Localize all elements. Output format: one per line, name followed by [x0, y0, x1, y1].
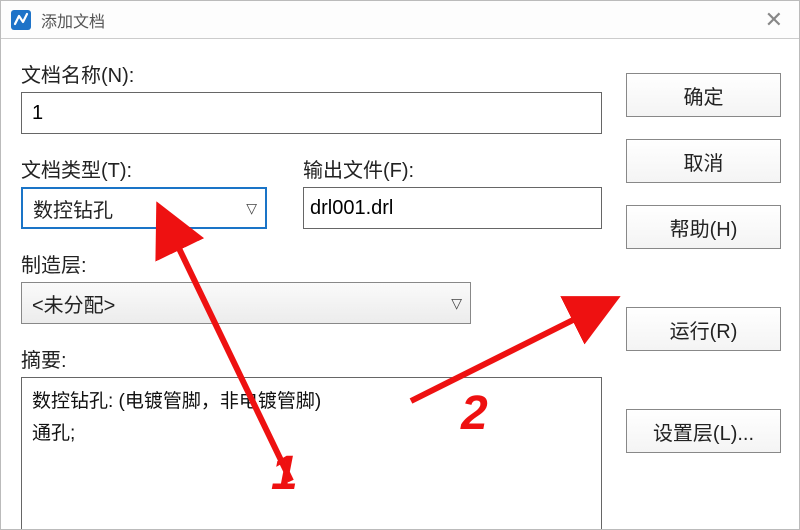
close-icon[interactable]: ✕ — [757, 7, 791, 33]
titlebar: 添加文档 ✕ — [1, 1, 799, 39]
help-button[interactable]: 帮助(H) — [626, 205, 781, 249]
annotation-two: 2 — [461, 386, 488, 441]
app-icon — [9, 8, 33, 32]
mfg-layer-select[interactable]: <未分配> ▽ — [21, 282, 471, 324]
chevron-down-icon: ▽ — [451, 295, 462, 312]
output-file-input[interactable] — [303, 187, 602, 229]
summary-label: 摘要: — [21, 344, 602, 373]
chevron-down-icon: ▽ — [246, 200, 257, 217]
output-file-label: 输出文件(F): — [303, 154, 602, 183]
window-title: 添加文档 — [41, 8, 757, 32]
doc-type-label: 文档类型(T): — [21, 154, 267, 183]
doc-name-input[interactable] — [21, 92, 602, 134]
doc-name-label: 文档名称(N): — [21, 59, 602, 88]
doc-type-select[interactable]: 数控钻孔 ▽ — [21, 187, 267, 229]
dialog-body: 文档名称(N): 文档类型(T): 数控钻孔 ▽ 输出文件(F): 制造层: — [1, 39, 799, 529]
add-document-dialog: 添加文档 ✕ 文档名称(N): 文档类型(T): 数控钻孔 ▽ 输出文件(F): — [0, 0, 800, 530]
annotation-one: 1 — [271, 446, 298, 501]
ok-button[interactable]: 确定 — [626, 73, 781, 117]
doc-type-value: 数控钻孔 — [33, 194, 246, 223]
mfg-layer-value: <未分配> — [32, 289, 451, 318]
run-button[interactable]: 运行(R) — [626, 307, 781, 351]
button-column: 确定 取消 帮助(H) 运行(R) 设置层(L)... — [626, 59, 781, 519]
set-layer-button[interactable]: 设置层(L)... — [626, 409, 781, 453]
form-area: 文档名称(N): 文档类型(T): 数控钻孔 ▽ 输出文件(F): 制造层: — [21, 59, 626, 519]
cancel-button[interactable]: 取消 — [626, 139, 781, 183]
mfg-layer-label: 制造层: — [21, 249, 602, 278]
summary-textarea[interactable]: 数控钻孔: (电镀管脚，非电镀管脚) 通孔; — [21, 377, 602, 530]
